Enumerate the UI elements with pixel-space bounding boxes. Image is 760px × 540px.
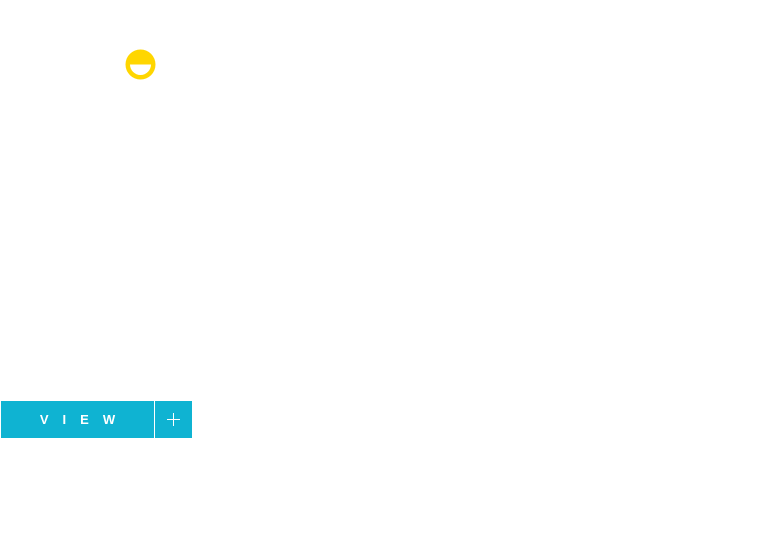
view-button-label: VIEW bbox=[39, 412, 130, 427]
view-button[interactable]: VIEW bbox=[1, 401, 192, 438]
view-button-plus[interactable] bbox=[155, 401, 192, 438]
plus-icon bbox=[167, 413, 180, 426]
smiley-face-icon[interactable] bbox=[125, 49, 156, 80]
page: VIEW bbox=[0, 0, 760, 540]
